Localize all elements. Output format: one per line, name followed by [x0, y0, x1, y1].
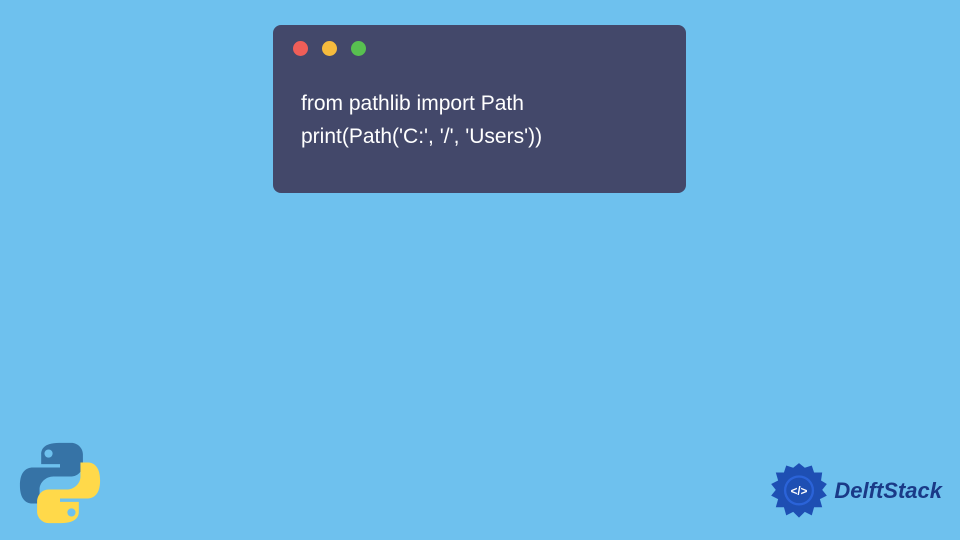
code-window: from pathlib import Path print(Path('C:'… — [273, 25, 686, 193]
delftstack-badge-icon: </> — [770, 462, 828, 520]
minimize-icon — [322, 41, 337, 56]
maximize-icon — [351, 41, 366, 56]
delftstack-logo: </> DelftStack — [770, 462, 942, 520]
window-titlebar — [273, 25, 686, 64]
python-logo-icon — [15, 438, 105, 528]
svg-text:</>: </> — [791, 485, 808, 498]
delftstack-text: DelftStack — [834, 478, 942, 504]
close-icon — [293, 41, 308, 56]
code-body: from pathlib import Path print(Path('C:'… — [273, 64, 686, 163]
code-line-1: from pathlib import Path — [301, 88, 658, 121]
code-line-2: print(Path('C:', '/', 'Users')) — [301, 121, 658, 154]
